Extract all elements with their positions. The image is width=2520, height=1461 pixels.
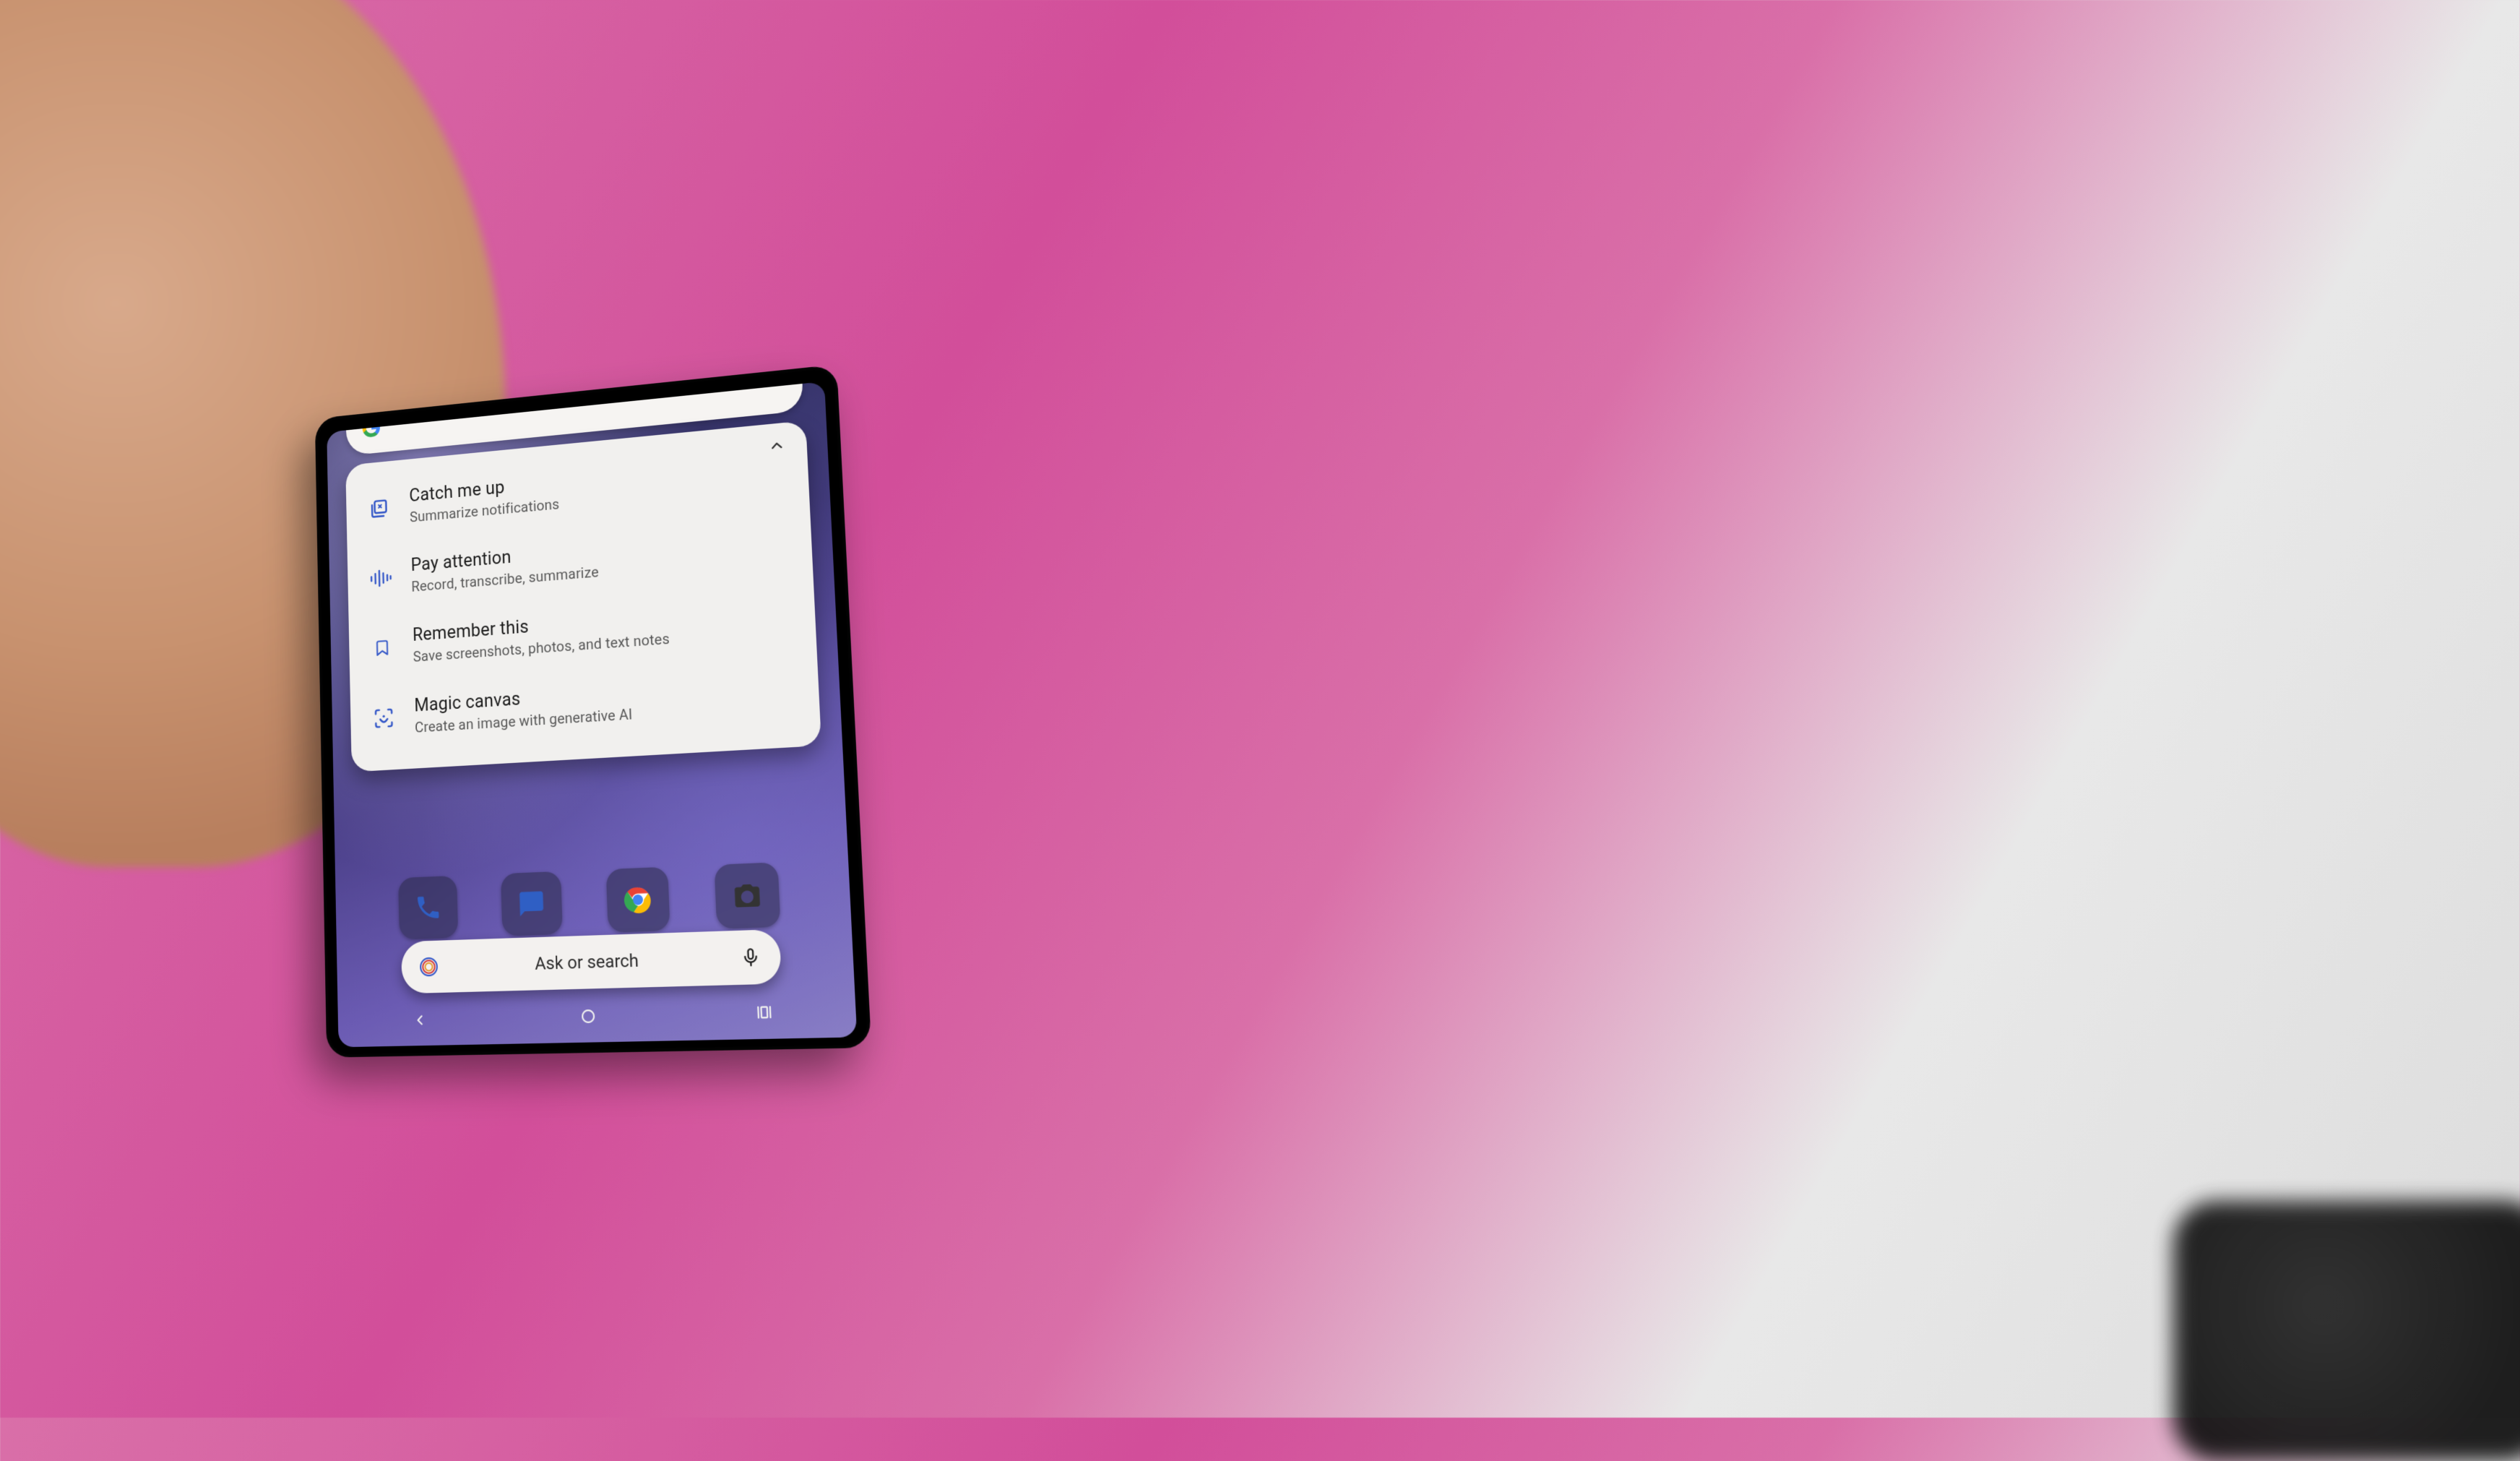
catch-up-icon xyxy=(364,496,394,521)
assistant-logo-icon xyxy=(416,954,441,981)
ask-search-placeholder: Ask or search xyxy=(535,950,639,974)
dock-app-phone[interactable] xyxy=(398,876,458,940)
ai-suggestions-card: Catch me up Summarize notifications xyxy=(345,421,821,772)
nav-back-button[interactable] xyxy=(399,1005,441,1035)
circle-icon xyxy=(579,1007,597,1025)
home-dock xyxy=(335,854,852,947)
magic-scan-icon xyxy=(369,706,399,730)
bookmark-icon xyxy=(368,635,397,660)
google-logo-icon xyxy=(361,416,381,441)
chevron-left-icon xyxy=(412,1012,427,1029)
collapse-button[interactable] xyxy=(764,432,790,459)
chevron-up-icon xyxy=(768,436,786,455)
phone-screen: Catch me up Summarize notifications xyxy=(327,382,857,1047)
dock-app-messages[interactable] xyxy=(501,871,563,936)
microphone-icon[interactable] xyxy=(737,943,765,971)
waveform-icon xyxy=(366,568,396,588)
background-object xyxy=(2173,1201,2520,1461)
phone-frame: Catch me up Summarize notifications xyxy=(315,364,871,1057)
nav-recents-button[interactable] xyxy=(741,996,788,1028)
android-navigation-bar xyxy=(337,991,856,1040)
dock-app-camera[interactable] xyxy=(715,862,781,928)
nav-home-button[interactable] xyxy=(566,1001,610,1032)
recents-icon xyxy=(755,1004,774,1020)
dock-app-chrome[interactable] xyxy=(606,867,670,933)
